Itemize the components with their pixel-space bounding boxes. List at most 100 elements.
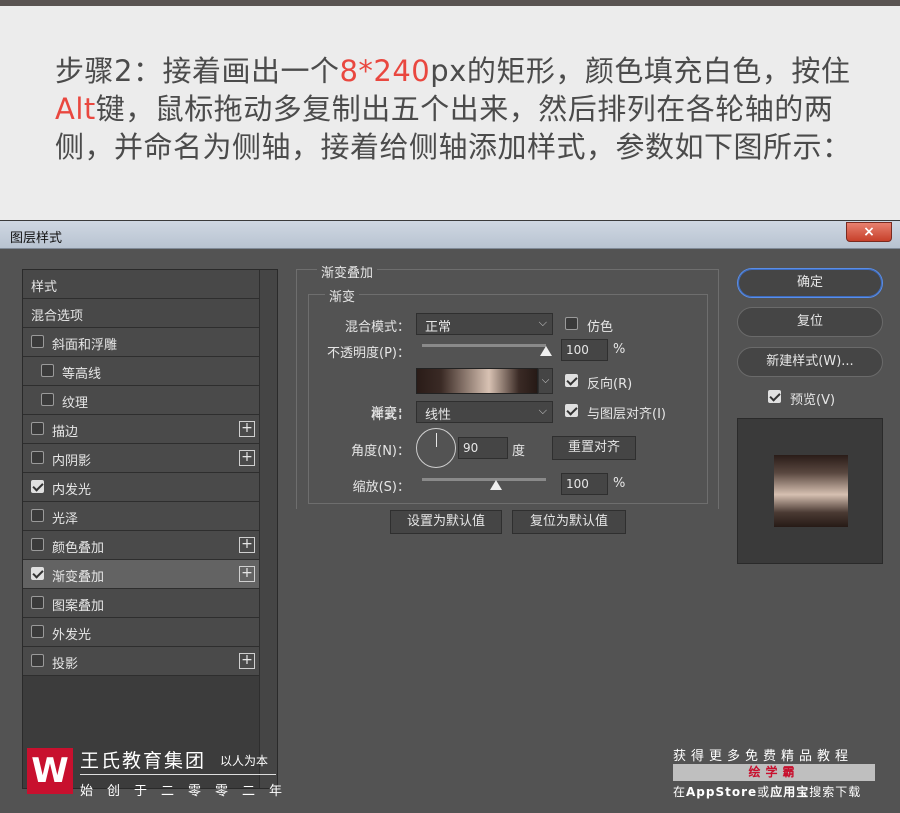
style-list-item[interactable]: 投影 +	[23, 647, 259, 676]
style-checkbox[interactable]	[31, 451, 44, 464]
style-list-item[interactable]: 渐变叠加 +	[23, 560, 259, 589]
download-text: 在	[673, 785, 687, 799]
style-list-item[interactable]: 光泽	[23, 502, 259, 531]
style-preview-swatch	[774, 455, 848, 527]
align-with-layer-checkbox[interactable]	[565, 404, 578, 417]
style-checkbox[interactable]	[31, 596, 44, 609]
watermark-promo-line: 获得更多免费精品教程	[673, 749, 854, 764]
watermark-brand-name: 王氏教育集团	[80, 750, 207, 772]
watermark-slogan: 以人为本	[220, 754, 269, 768]
reset-button[interactable]: 复位	[737, 307, 883, 337]
style-list-item-label: 纹理	[62, 396, 89, 411]
angle-dial[interactable]	[416, 428, 456, 468]
style-list-item[interactable]: 外发光	[23, 618, 259, 647]
style-checkbox[interactable]	[31, 625, 44, 638]
add-effect-icon[interactable]: +	[239, 421, 255, 437]
blend-mode-label: 混合模式：	[344, 320, 410, 335]
style-list-item[interactable]: 纹理	[23, 386, 259, 415]
top-border	[0, 0, 900, 6]
style-checkbox[interactable]	[31, 538, 44, 551]
blend-mode-select[interactable]: 正常 ⌵	[416, 313, 553, 335]
add-effect-icon[interactable]: +	[239, 537, 255, 553]
gradient-style-select[interactable]: 线性 ⌵	[416, 401, 553, 423]
opacity-label: 不透明度(P)：	[327, 346, 410, 361]
style-list-item[interactable]: 描边 +	[23, 415, 259, 444]
wangshi-logo-icon: W	[27, 748, 73, 794]
style-list-item[interactable]: 样式	[23, 270, 259, 299]
style-list-item[interactable]: 颜色叠加 +	[23, 531, 259, 560]
scale-slider-track[interactable]	[422, 478, 546, 481]
style-label: 样式：	[370, 408, 410, 423]
styles-list-panel: 样式混合选项斜面和浮雕等高线纹理描边 + 内阴影 + 内发光光泽颜色叠加 + 渐变叠加 + 图案…	[22, 269, 278, 789]
preview-checkbox[interactable]	[768, 390, 781, 403]
style-list-item[interactable]: 内发光	[23, 473, 259, 502]
reverse-label: 反向(R)	[587, 377, 633, 392]
style-list-item-label: 投影	[52, 657, 79, 672]
style-preview-box	[737, 418, 883, 564]
new-style-button[interactable]: 新建样式(W)...	[737, 347, 883, 377]
dialog-body: 样式混合选项斜面和浮雕等高线纹理描边 + 内阴影 + 内发光光泽颜色叠加 + 渐变叠加 + 图案…	[0, 250, 900, 813]
caption-text: 键，鼠标拖动多复制出五个出来，然后排列在各轮轴的两侧，并命名为侧轴，接着给侧轴添…	[55, 92, 852, 164]
style-list-item-label: 等高线	[62, 367, 102, 382]
gradient-dropdown-button[interactable]: ⌵	[538, 368, 553, 394]
opacity-slider-track[interactable]	[422, 344, 546, 347]
scale-slider-thumb[interactable]	[490, 480, 503, 490]
gradient-swatch[interactable]	[416, 368, 538, 394]
angle-label: 角度(N)：	[351, 444, 410, 459]
style-checkbox[interactable]	[31, 654, 44, 667]
layer-style-dialog: 图层样式 × 样式混合选项斜面和浮雕等高线纹理描边 + 内阴影 + 内发光光泽颜色叠加 +…	[0, 220, 900, 813]
style-list-item-label: 光泽	[52, 512, 79, 527]
group-border	[718, 269, 719, 509]
style-list-item[interactable]: 混合选项	[23, 299, 259, 328]
opacity-slider-thumb[interactable]	[540, 346, 552, 356]
style-list-item-label: 斜面和浮雕	[52, 338, 118, 353]
style-list-item-label: 混合选项	[31, 309, 84, 324]
style-list-item-label: 渐变叠加	[52, 570, 105, 585]
style-checkbox[interactable]	[41, 393, 54, 406]
add-effect-icon[interactable]: +	[239, 450, 255, 466]
download-text: 搜索下载	[809, 785, 862, 799]
download-text: 或	[757, 785, 771, 799]
ok-button[interactable]: 确定	[737, 268, 883, 298]
style-list-item[interactable]: 等高线	[23, 357, 259, 386]
blend-mode-value: 正常	[425, 320, 452, 335]
group-title-gradient-overlay: 渐变叠加	[317, 262, 378, 281]
caption-highlight-size: 8*240	[339, 54, 431, 88]
reset-alignment-button[interactable]: 重置对齐	[552, 436, 636, 460]
angle-input[interactable]: 90	[458, 437, 508, 459]
close-button[interactable]: ×	[846, 222, 892, 242]
styles-list-scrollbar[interactable]	[259, 270, 277, 788]
style-list-item[interactable]: 内阴影 +	[23, 444, 259, 473]
style-list-item-label: 外发光	[52, 628, 92, 643]
opacity-input[interactable]: 100	[561, 339, 608, 361]
add-effect-icon[interactable]: +	[239, 653, 255, 669]
style-list-item-label: 样式	[31, 280, 58, 295]
style-checkbox[interactable]	[31, 480, 44, 493]
style-list-item[interactable]: 图案叠加	[23, 589, 259, 618]
download-store: AppStore	[686, 785, 758, 799]
style-checkbox[interactable]	[31, 509, 44, 522]
preview-label: 预览(V)	[790, 393, 836, 408]
style-list-item-label: 内阴影	[52, 454, 92, 469]
style-checkbox[interactable]	[31, 422, 44, 435]
scale-unit: %	[613, 476, 626, 491]
scale-label: 缩放(S)：	[352, 480, 410, 495]
make-default-button[interactable]: 设置为默认值	[390, 510, 502, 534]
reset-to-default-button[interactable]: 复位为默认值	[512, 510, 626, 534]
opacity-unit: %	[613, 342, 626, 357]
scale-input[interactable]: 100	[561, 473, 608, 495]
style-list-item-label: 内发光	[52, 483, 92, 498]
angle-unit: 度	[512, 444, 526, 459]
caption-highlight-key: Alt	[55, 92, 96, 126]
dither-checkbox[interactable]	[565, 317, 578, 330]
dialog-titlebar: 图层样式 ×	[0, 221, 900, 249]
style-checkbox[interactable]	[41, 364, 54, 377]
style-list-item[interactable]: 斜面和浮雕	[23, 328, 259, 357]
tutorial-caption: 步骤2：接着画出一个8*240px的矩形，颜色填充白色，按住 Alt键，鼠标拖动多…	[55, 52, 875, 166]
style-checkbox[interactable]	[31, 567, 44, 580]
add-effect-icon[interactable]: +	[239, 566, 255, 582]
reverse-checkbox[interactable]	[565, 374, 578, 387]
style-checkbox[interactable]	[31, 335, 44, 348]
dither-label: 仿色	[587, 320, 614, 335]
style-list-item-label: 描边	[52, 425, 79, 440]
